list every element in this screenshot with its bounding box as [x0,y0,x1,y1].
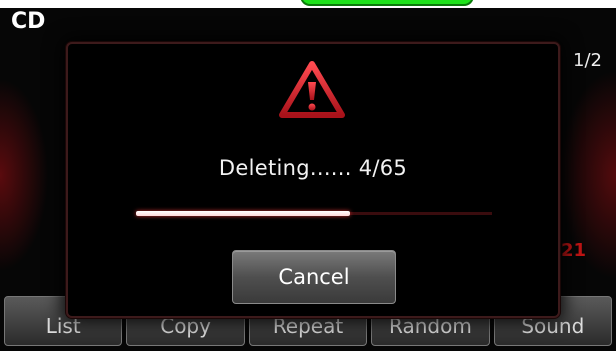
warning-icon [279,61,345,118]
cancel-button[interactable]: Cancel [232,250,396,304]
side-number: 21 [560,240,586,261]
cropped-caption [0,0,616,8]
cropped-caption-highlight [300,0,474,6]
delete-progress-dialog: Deleting...... 4/65 Cancel [66,42,560,318]
delete-progress-bar [136,211,492,216]
track-counter: 1/2 [573,50,602,71]
source-label: CD [11,9,46,34]
delete-progress-fill [136,211,350,216]
delete-progress-message: Deleting...... 4/65 [218,156,408,180]
